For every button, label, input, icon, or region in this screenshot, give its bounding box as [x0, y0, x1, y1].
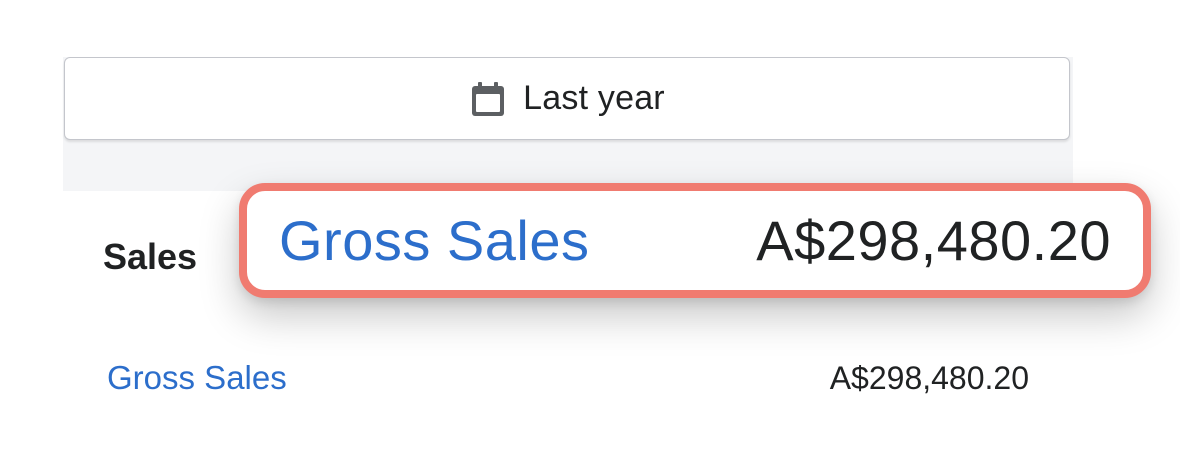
- gross-sales-link[interactable]: Gross Sales: [107, 359, 287, 397]
- header-panel-top: [63, 0, 1073, 57]
- date-range-button[interactable]: Last year: [64, 57, 1070, 140]
- section-title-sales: Sales: [103, 236, 198, 277]
- table-row: Gross Sales A$298,480.20: [107, 356, 1029, 400]
- calendar-icon: [469, 80, 507, 118]
- callout-gross-sales-value: A$298,480.20: [756, 209, 1111, 272]
- callout-gross-sales-label: Gross Sales: [279, 209, 590, 272]
- gross-sales-value: A$298,480.20: [829, 359, 1029, 396]
- page: Last year Sales Gross Sales A$298,480.20…: [0, 0, 1180, 461]
- highlight-callout: Gross Sales A$298,480.20: [239, 183, 1151, 298]
- date-range-label: Last year: [523, 79, 665, 117]
